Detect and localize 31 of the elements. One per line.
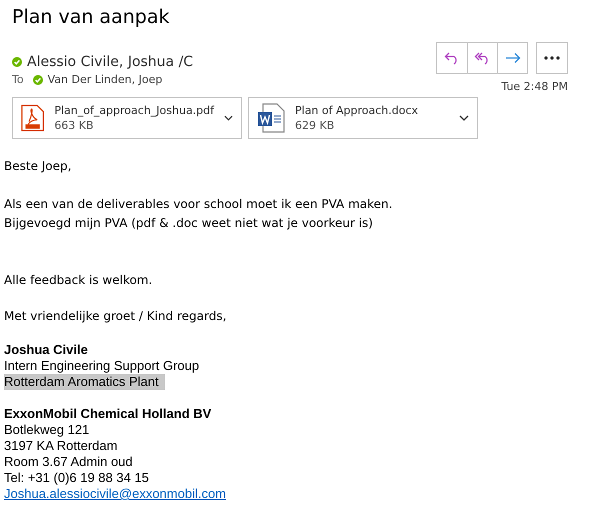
attachment-name: Plan of Approach.docx bbox=[295, 103, 420, 118]
signature-heading: Joshua Civile bbox=[4, 342, 88, 358]
attachment-size: 663 KB bbox=[54, 118, 95, 133]
email-link[interactable]: Joshua.alessiocivile@exxonmobil.com bbox=[4, 486, 226, 502]
more-icon bbox=[544, 56, 560, 60]
recipient-name[interactable]: Van Der Linden, Joep bbox=[48, 73, 162, 86]
body-text: Beste Joep, bbox=[4, 158, 72, 175]
signature-text: Intern Engineering Support Group bbox=[4, 358, 200, 374]
sent-time: Tue 2:48 PM bbox=[501, 80, 568, 93]
chevron-down-icon[interactable] bbox=[459, 115, 469, 121]
attachment-name: Plan_of_approach_Joshua.pdf bbox=[54, 103, 214, 118]
chevron-down-icon[interactable] bbox=[224, 115, 233, 121]
signature-text: 3197 KA Rotterdam bbox=[4, 438, 118, 454]
signature-text: Tel: +31 (0)6 19 88 34 15 bbox=[4, 470, 149, 486]
signature-text: Rotterdam Aromatics Plant bbox=[4, 374, 165, 390]
body-text: Alle feedback is welkom. bbox=[4, 272, 154, 289]
sender-name[interactable]: Alessio Civile, Joshua /C bbox=[27, 54, 194, 70]
to-label: To bbox=[12, 73, 24, 86]
attachment-size: 629 KB bbox=[295, 118, 336, 133]
body-text: Als een van de deliverables voor school moet ik een PVA maken. bbox=[4, 196, 394, 213]
signature-heading: ExxonMobil Chemical Holland BV bbox=[4, 406, 212, 422]
attachment-card[interactable]: Plan_of_approach_Joshua.pdf 663 KB bbox=[12, 97, 242, 139]
pdf-file-icon bbox=[21, 103, 44, 133]
attachment-card[interactable]: Plan of Approach.docx 629 KB bbox=[248, 97, 478, 139]
email-subject: Plan van aanpak bbox=[12, 6, 170, 28]
body-text: Met vriendelijke groet / Kind regards, bbox=[4, 308, 228, 325]
forward-icon bbox=[504, 52, 520, 64]
word-file-icon bbox=[257, 103, 285, 133]
signature-text: Botlekweg 121 bbox=[4, 422, 90, 438]
signature-text: Room 3.67 Admin oud bbox=[4, 454, 133, 470]
body-text: Bijgevoegd mijn PVA (pdf & .doc weet niet wat je voorkeur is) bbox=[4, 215, 374, 232]
